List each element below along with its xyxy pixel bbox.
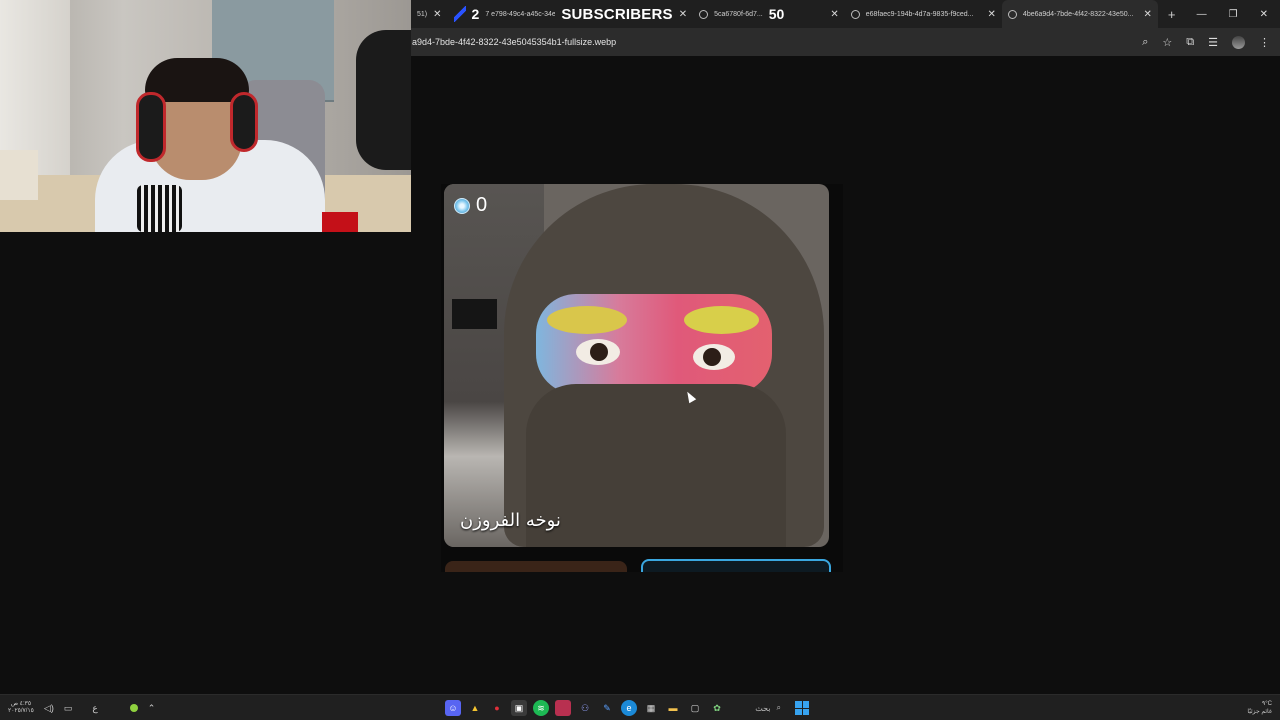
restore-icon[interactable]: ❐: [1229, 9, 1238, 20]
search-icon: ⌕: [776, 703, 781, 712]
headset-left: [136, 92, 166, 162]
spotify-icon[interactable]: ≋: [533, 700, 549, 716]
clock-time: ٤:٣٥ ص: [10, 701, 32, 707]
teams-icon[interactable]: ⚇: [577, 700, 593, 716]
eye-left: [576, 339, 620, 365]
tab-4-label: e68faec9-194b-4d7a-9835-f9ced...: [865, 10, 974, 18]
windows-start-icon[interactable]: [795, 701, 809, 715]
eyebrow-paint-right: [684, 306, 759, 334]
tab-3[interactable]: 5ca6780f-6d7... 50 ✕: [693, 0, 845, 28]
globe-icon: [850, 9, 860, 19]
taskbar-apps: ☺ ▲ ● ▣ ≋ ⚇ ✎ e ▦ ▬ ▢ ✿ بحث ⌕: [445, 695, 809, 720]
tab-2[interactable]: 2 7 e798-49c4-a45c-34e72... SUBSCRIBERS …: [448, 0, 694, 28]
url-text[interactable]: a9d4-7bde-4f42-8322-43e5045354b1-fullsiz…: [411, 37, 616, 47]
taskbar-tray: ٤:٣٥ ص ٢٠٢٥/٧/١٥ ◁) ▭ ع ⌃: [8, 695, 155, 720]
slash-icon: [453, 6, 466, 22]
image-card: 0 نوخه الفروزن: [441, 184, 843, 572]
webcam-ring-light: [356, 30, 411, 170]
edge-icon[interactable]: e: [621, 700, 637, 716]
tab-3-label: 5ca6780f-6d7...: [714, 10, 763, 18]
window-controls: — ❐ ✕: [1197, 0, 1280, 28]
weather-widget[interactable]: ٩°C غائم جزئيًا: [1247, 695, 1272, 720]
chevron-up-icon[interactable]: ⌃: [148, 703, 156, 714]
menu-icon[interactable]: ⋮: [1259, 36, 1270, 49]
search-label: بحث: [755, 703, 771, 713]
eye-right: [693, 344, 735, 370]
webcam-red-object: [322, 212, 358, 232]
profile-icon[interactable]: [1232, 35, 1245, 49]
tab-strip: 51) ✕ 2 7 e798-49c4-a45c-34e72... SUBSCR…: [411, 0, 1280, 28]
weather-temp: ٩°C: [1262, 701, 1272, 707]
reading-list-icon[interactable]: ☰: [1208, 36, 1218, 49]
zoom-icon[interactable]: ⌕: [1142, 36, 1148, 49]
tab-1-label: 51): [417, 10, 428, 18]
dark-patch: [452, 299, 497, 329]
minimize-icon[interactable]: —: [1197, 9, 1207, 20]
microphone: [137, 185, 182, 232]
next-card-left: [445, 561, 627, 572]
tab-1[interactable]: 51) ✕: [411, 0, 448, 28]
widgets-icon[interactable]: ✿: [709, 700, 725, 716]
tab-5-label: 4be6a9d4-7bde-4f42-8322-43e50...: [1022, 10, 1134, 18]
address-bar[interactable]: a9d4-7bde-4f42-8322-43e5045354b1-fullsiz…: [411, 28, 1280, 56]
overlay-subscribers-label: SUBSCRIBERS: [561, 5, 673, 23]
coin-count: 0: [476, 194, 488, 216]
coin-icon: [454, 197, 470, 214]
overlay-count-right: 50: [768, 6, 785, 22]
veil: [526, 384, 786, 547]
editor-icon[interactable]: ✎: [599, 700, 615, 716]
speaker-icon[interactable]: ◁): [44, 703, 54, 714]
store-icon[interactable]: ▦: [643, 700, 659, 716]
tab-5-active[interactable]: 4be6a9d4-7bde-4f42-8322-43e50... ✕: [1001, 0, 1158, 28]
discord-icon[interactable]: ☺: [445, 700, 461, 716]
taskbar: ٤:٣٥ ص ٢٠٢٥/٧/١٥ ◁) ▭ ع ⌃ ☺ ▲ ● ▣ ≋ ⚇ ✎ …: [0, 694, 1280, 720]
clock[interactable]: ٤:٣٥ ص ٢٠٢٥/٧/١٥: [8, 701, 34, 715]
address-bar-actions: ⌕ ☆ ⧉ ☰ ⋮: [1142, 28, 1270, 56]
eyebrow-paint-left: [547, 306, 627, 334]
close-icon[interactable]: ✕: [433, 9, 441, 20]
new-tab-button[interactable]: +: [1168, 7, 1176, 22]
globe-icon: [1007, 9, 1017, 19]
coin-badge: 0: [454, 194, 487, 217]
taskview-icon[interactable]: ▢: [687, 700, 703, 716]
network-icon[interactable]: ▭: [64, 703, 73, 714]
close-icon[interactable]: ✕: [679, 9, 687, 20]
webcam-box: [0, 150, 38, 200]
tray-app-icon[interactable]: [129, 704, 138, 712]
webcam-overlay: [0, 0, 411, 232]
headset-right: [230, 92, 258, 152]
photo: 0 نوخه الفروزن: [444, 184, 829, 547]
recording-app-icon[interactable]: [555, 700, 571, 716]
globe-icon: [699, 9, 709, 19]
extensions-icon[interactable]: ⧉: [1186, 36, 1194, 49]
warning-app-icon[interactable]: ▲: [467, 700, 483, 716]
tab-2-label: 7 e798-49c4-a45c-34e72...: [485, 10, 556, 18]
screen: 51) ✕ 2 7 e798-49c4-a45c-34e72... SUBSCR…: [0, 0, 1280, 720]
close-icon[interactable]: ✕: [830, 9, 838, 20]
close-icon[interactable]: ✕: [1143, 9, 1151, 20]
taskbar-search[interactable]: بحث ⌕: [731, 699, 781, 717]
star-icon[interactable]: ☆: [1162, 36, 1172, 49]
overlay-count-left: 2: [471, 6, 480, 22]
tab-4[interactable]: e68faec9-194b-4d7a-9835-f9ced... ✕: [845, 0, 1002, 28]
photo-caption: نوخه الفروزن: [460, 510, 561, 531]
close-icon[interactable]: ✕: [988, 9, 996, 20]
folder-icon[interactable]: ▬: [665, 700, 681, 716]
language-indicator[interactable]: ع: [92, 703, 97, 714]
next-card-right-selected: [641, 559, 831, 572]
media-app-icon[interactable]: ●: [489, 700, 505, 716]
terminal-icon[interactable]: ▣: [511, 700, 527, 716]
close-window-icon[interactable]: ✕: [1260, 9, 1268, 20]
weather-text: غائم جزئيًا: [1247, 709, 1272, 715]
clock-date: ٢٠٢٥/٧/١٥: [8, 708, 34, 714]
